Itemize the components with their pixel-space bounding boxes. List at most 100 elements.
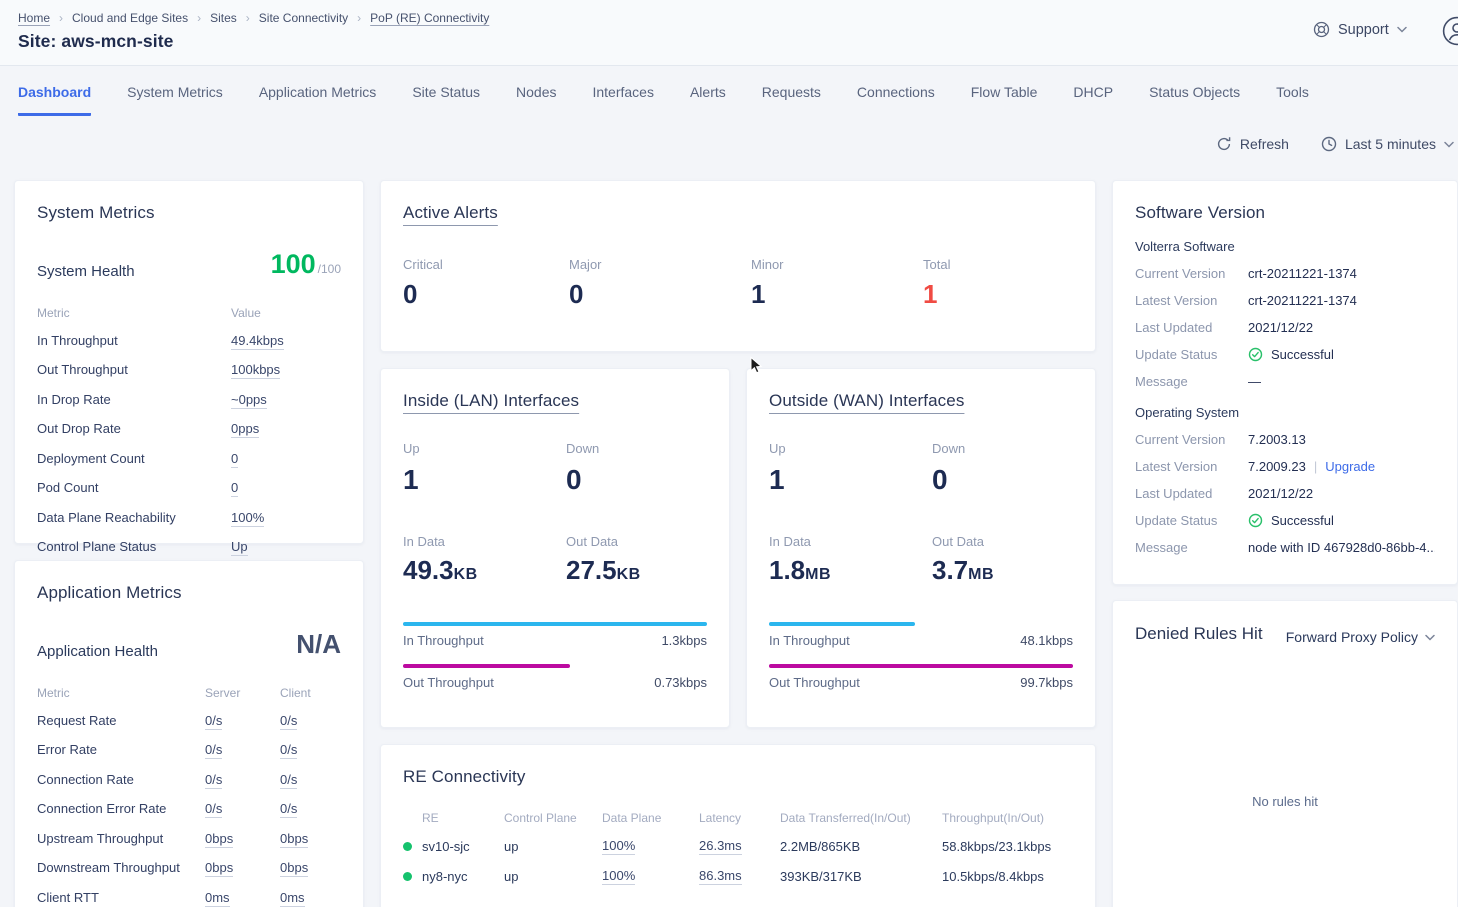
- software-version-sections: Volterra SoftwareCurrent Versioncrt-2021…: [1135, 239, 1435, 555]
- system-metric-row: Pod Count0: [37, 480, 341, 497]
- alert-stat-label: Total: [923, 257, 1073, 272]
- software-row-value: crt-20211221-1374: [1248, 266, 1435, 281]
- re-column-header: Data Plane: [602, 811, 699, 825]
- application-metric-row: Connection Rate0/s0/s: [37, 772, 341, 789]
- in-throughput-label: In Throughput: [403, 633, 484, 648]
- status-up-dot: [403, 842, 412, 851]
- up-value: 1: [769, 464, 932, 496]
- latency-value[interactable]: 86.3ms: [699, 868, 742, 885]
- user-avatar[interactable]: [1442, 16, 1458, 46]
- tab-alerts[interactable]: Alerts: [690, 84, 726, 116]
- software-row-value: node with ID 467928d0-86bb-4...: [1248, 540, 1435, 555]
- metric-value[interactable]: 100%: [231, 510, 264, 527]
- alert-stat-minor: Minor1: [751, 257, 923, 310]
- policy-dropdown[interactable]: Forward Proxy Policy: [1286, 629, 1435, 645]
- software-version-row: Latest Versioncrt-20211221-1374: [1135, 293, 1435, 308]
- tab-system-metrics[interactable]: System Metrics: [127, 84, 223, 116]
- throughput-value: 58.8kbps/23.1kbps: [942, 839, 1073, 854]
- app-viewport: Home›Cloud and Edge Sites›Sites›Site Con…: [0, 0, 1458, 907]
- server-value[interactable]: 0ms: [205, 890, 230, 907]
- tab-tools[interactable]: Tools: [1276, 84, 1309, 116]
- breadcrumb-separator: ›: [197, 11, 201, 25]
- server-value[interactable]: 0/s: [205, 801, 222, 818]
- tab-connections[interactable]: Connections: [857, 84, 935, 116]
- client-value[interactable]: 0/s: [280, 742, 297, 759]
- denied-rules-card: Denied Rules Hit Forward Proxy Policy No…: [1112, 600, 1458, 907]
- down-label: Down: [932, 441, 1073, 456]
- breadcrumb: Home›Cloud and Edge Sites›Sites›Site Con…: [18, 11, 489, 25]
- metric-value[interactable]: ~0pps: [231, 392, 267, 409]
- user-icon: [1442, 16, 1458, 46]
- client-value[interactable]: 0/s: [280, 772, 297, 789]
- upgrade-link[interactable]: Upgrade: [1325, 459, 1375, 474]
- down-label: Down: [566, 441, 707, 456]
- up-label: Up: [403, 441, 566, 456]
- metric-value[interactable]: 0: [231, 480, 238, 497]
- clock-icon: [1321, 136, 1337, 152]
- tab-status-objects[interactable]: Status Objects: [1149, 84, 1240, 116]
- tab-application-metrics[interactable]: Application Metrics: [259, 84, 377, 116]
- metric-name: Out Throughput: [37, 362, 231, 379]
- software-row-label: Last Updated: [1135, 486, 1248, 501]
- client-value[interactable]: 0bps: [280, 860, 308, 877]
- tab-interfaces[interactable]: Interfaces: [592, 84, 653, 116]
- support-icon: [1313, 21, 1330, 38]
- software-row-label: Latest Version: [1135, 459, 1248, 474]
- software-row-label: Message: [1135, 540, 1248, 555]
- active-alerts-title[interactable]: Active Alerts: [403, 203, 1073, 223]
- re-connectivity-row: ny8-nycup100%86.3ms393KB/317KB10.5kbps/8…: [403, 868, 1073, 885]
- data-plane-value[interactable]: 100%: [602, 868, 635, 885]
- breadcrumb-link[interactable]: Site Connectivity: [259, 11, 348, 25]
- metric-value[interactable]: Up: [231, 539, 248, 556]
- tab-flow-table[interactable]: Flow Table: [971, 84, 1038, 116]
- column-metric: Metric: [37, 306, 231, 320]
- re-column-header: Throughput(In/Out): [942, 811, 1073, 825]
- refresh-label: Refresh: [1240, 136, 1289, 152]
- metric-name: In Drop Rate: [37, 392, 231, 409]
- tab-dhcp[interactable]: DHCP: [1073, 84, 1113, 116]
- time-range-selector[interactable]: Last 5 minutes: [1321, 136, 1454, 152]
- client-value[interactable]: 0/s: [280, 801, 297, 818]
- out-data-value: 27.5KB: [566, 555, 707, 586]
- software-row-label: Current Version: [1135, 432, 1248, 447]
- software-version-row: Message—: [1135, 374, 1435, 389]
- server-value[interactable]: 0/s: [205, 742, 222, 759]
- tab-requests[interactable]: Requests: [762, 84, 821, 116]
- breadcrumb-link[interactable]: Cloud and Edge Sites: [72, 11, 188, 25]
- data-plane-value[interactable]: 100%: [602, 838, 635, 855]
- in-throughput-bar: [403, 622, 707, 626]
- server-value[interactable]: 0/s: [205, 713, 222, 730]
- latency-value[interactable]: 26.3ms: [699, 838, 742, 855]
- server-value[interactable]: 0/s: [205, 772, 222, 789]
- software-row-label: Message: [1135, 374, 1248, 389]
- lan-interfaces-title[interactable]: Inside (LAN) Interfaces: [403, 391, 707, 411]
- support-menu[interactable]: Support: [1313, 21, 1407, 38]
- breadcrumb-link[interactable]: Home: [18, 11, 50, 25]
- server-value[interactable]: 0bps: [205, 860, 233, 877]
- client-value[interactable]: 0/s: [280, 713, 297, 730]
- support-label: Support: [1338, 22, 1389, 38]
- server-value[interactable]: 0bps: [205, 831, 233, 848]
- tab-dashboard[interactable]: Dashboard: [18, 84, 91, 116]
- metric-value[interactable]: 49.4kbps: [231, 333, 284, 350]
- health-value: 100: [271, 249, 316, 279]
- metric-value[interactable]: 0pps: [231, 421, 259, 438]
- metric-value[interactable]: 100kbps: [231, 362, 280, 379]
- chevron-down-icon: [1444, 141, 1454, 148]
- in-data-label: In Data: [769, 534, 932, 549]
- alert-stat-label: Major: [569, 257, 751, 272]
- system-metrics-title: System Metrics: [37, 203, 341, 223]
- client-value[interactable]: 0bps: [280, 831, 308, 848]
- out-data-label: Out Data: [566, 534, 707, 549]
- tab-site-status[interactable]: Site Status: [412, 84, 480, 116]
- metric-value[interactable]: 0: [231, 451, 238, 468]
- breadcrumb-link[interactable]: Sites: [210, 11, 237, 25]
- tab-nodes[interactable]: Nodes: [516, 84, 556, 116]
- refresh-button[interactable]: Refresh: [1216, 136, 1289, 152]
- client-value[interactable]: 0ms: [280, 890, 305, 907]
- breadcrumb-link[interactable]: PoP (RE) Connectivity: [370, 11, 489, 25]
- system-health-score: 100/100: [271, 249, 341, 280]
- out-throughput-bar: [769, 664, 1073, 668]
- wan-interfaces-title[interactable]: Outside (WAN) Interfaces: [769, 391, 1073, 411]
- alert-stats: Critical0Major0Minor1Total1: [403, 257, 1073, 310]
